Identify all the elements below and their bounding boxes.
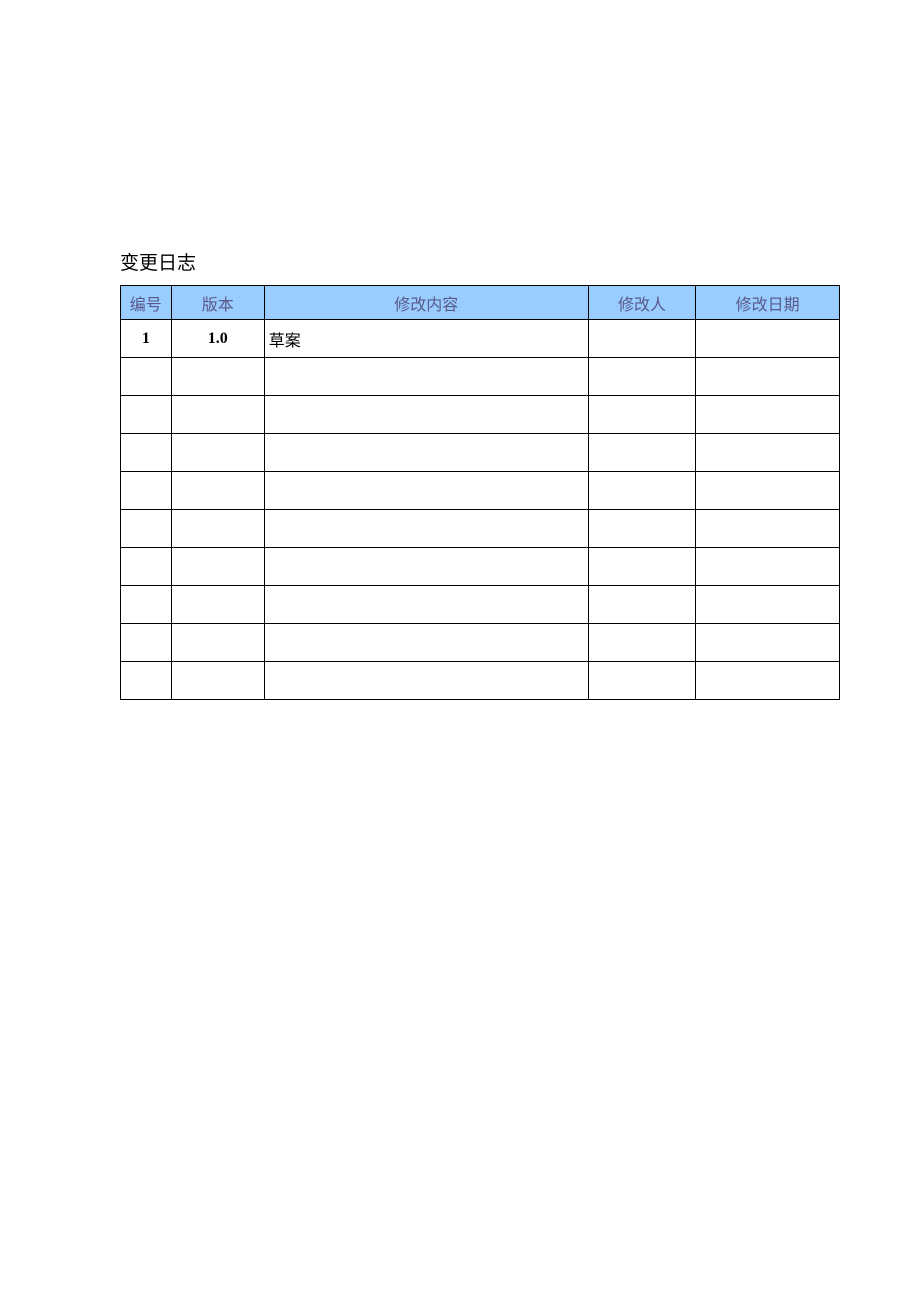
cell-version [171, 358, 264, 396]
cell-date [696, 624, 840, 662]
cell-date [696, 548, 840, 586]
cell-date [696, 662, 840, 700]
header-id: 编号 [121, 286, 172, 320]
cell-date [696, 586, 840, 624]
cell-content: 草案 [264, 320, 588, 358]
cell-id [121, 510, 172, 548]
cell-author [588, 434, 695, 472]
table-row [121, 396, 840, 434]
cell-content [264, 510, 588, 548]
cell-date [696, 510, 840, 548]
cell-id [121, 434, 172, 472]
cell-content [264, 434, 588, 472]
cell-date [696, 434, 840, 472]
table-row [121, 358, 840, 396]
header-content: 修改内容 [264, 286, 588, 320]
cell-version: 1.0 [171, 320, 264, 358]
cell-content [264, 662, 588, 700]
cell-author [588, 548, 695, 586]
table-header-row: 编号 版本 修改内容 修改人 修改日期 [121, 286, 840, 320]
cell-date [696, 396, 840, 434]
cell-version [171, 510, 264, 548]
cell-version [171, 434, 264, 472]
cell-author [588, 472, 695, 510]
cell-version [171, 586, 264, 624]
table-row [121, 624, 840, 662]
header-author: 修改人 [588, 286, 695, 320]
cell-version [171, 472, 264, 510]
cell-id [121, 662, 172, 700]
cell-version [171, 396, 264, 434]
changelog-table: 编号 版本 修改内容 修改人 修改日期 1 1.0 草案 [120, 285, 840, 700]
cell-id [121, 396, 172, 434]
cell-version [171, 662, 264, 700]
section-title: 变更日志 [120, 248, 840, 275]
cell-id [121, 358, 172, 396]
cell-id: 1 [121, 320, 172, 358]
cell-content [264, 358, 588, 396]
table-row [121, 510, 840, 548]
table-row [121, 434, 840, 472]
cell-version [171, 624, 264, 662]
cell-date [696, 472, 840, 510]
header-version: 版本 [171, 286, 264, 320]
table-row [121, 472, 840, 510]
table-row [121, 662, 840, 700]
cell-author [588, 320, 695, 358]
header-date: 修改日期 [696, 286, 840, 320]
cell-author [588, 396, 695, 434]
cell-content [264, 396, 588, 434]
table-row [121, 548, 840, 586]
cell-id [121, 472, 172, 510]
cell-author [588, 586, 695, 624]
cell-author [588, 662, 695, 700]
cell-id [121, 586, 172, 624]
cell-id [121, 624, 172, 662]
cell-date [696, 358, 840, 396]
cell-content [264, 548, 588, 586]
cell-content [264, 624, 588, 662]
table-row: 1 1.0 草案 [121, 320, 840, 358]
cell-content [264, 586, 588, 624]
table-body: 1 1.0 草案 [121, 320, 840, 700]
cell-author [588, 624, 695, 662]
cell-id [121, 548, 172, 586]
cell-version [171, 548, 264, 586]
cell-author [588, 358, 695, 396]
cell-author [588, 510, 695, 548]
document-content: 变更日志 编号 版本 修改内容 修改人 修改日期 1 1.0 草案 [120, 248, 840, 700]
cell-content [264, 472, 588, 510]
table-row [121, 586, 840, 624]
cell-date [696, 320, 840, 358]
